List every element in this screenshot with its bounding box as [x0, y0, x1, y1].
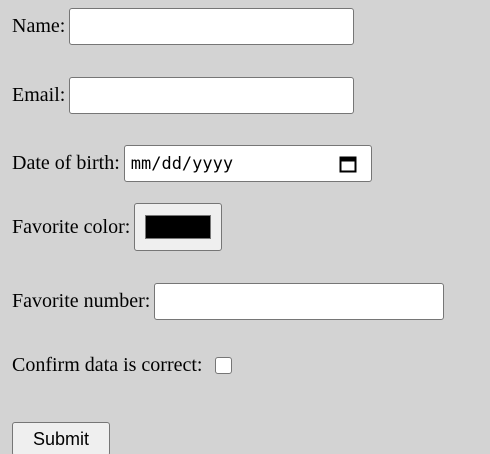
- number-label: Favorite number:: [12, 290, 151, 312]
- calendar-icon[interactable]: [339, 155, 357, 173]
- color-swatch: [145, 215, 212, 239]
- user-form: Name: Email: Date of birth: mm/dd/yyyy F…: [0, 0, 490, 454]
- dob-label: Date of birth:: [12, 152, 120, 174]
- dob-placeholder: mm/dd/yyyy: [130, 153, 234, 174]
- confirm-label: Confirm data is correct:: [12, 354, 203, 376]
- confirm-checkbox[interactable]: [214, 357, 232, 374]
- email-row: Email:: [12, 77, 355, 114]
- submit-button[interactable]: Submit: [12, 422, 110, 454]
- number-input[interactable]: [154, 283, 445, 320]
- name-input[interactable]: [69, 8, 355, 45]
- confirm-row: Confirm data is correct:: [12, 354, 232, 377]
- email-label: Email:: [12, 84, 66, 106]
- color-label: Favorite color:: [12, 215, 131, 238]
- dob-input[interactable]: mm/dd/yyyy: [123, 145, 372, 182]
- name-label: Name:: [12, 15, 66, 37]
- color-row: Favorite color:: [12, 203, 223, 251]
- number-row: Favorite number:: [12, 283, 445, 320]
- email-input[interactable]: [69, 77, 355, 114]
- color-picker[interactable]: [134, 203, 223, 251]
- name-row: Name:: [12, 8, 355, 45]
- dob-row: Date of birth: mm/dd/yyyy: [12, 145, 372, 182]
